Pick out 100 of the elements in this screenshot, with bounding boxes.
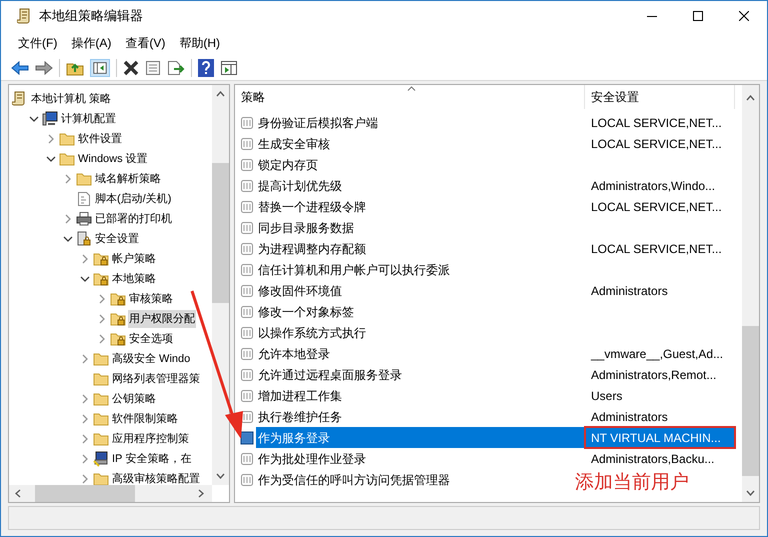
scroll-icon — [17, 8, 31, 24]
chevron-right-icon[interactable] — [97, 294, 107, 304]
tree-item[interactable]: 软件设置 — [77, 130, 123, 148]
tree-item[interactable]: 安全设置 — [94, 230, 140, 248]
chevron-right-icon[interactable] — [63, 214, 73, 224]
scroll-up-icon[interactable] — [216, 91, 225, 97]
column-header[interactable]: 安全设置 — [585, 85, 735, 109]
tree-item[interactable]: 应用程序控制策 — [111, 430, 190, 448]
policy-name[interactable]: 提高计划优先级 — [256, 175, 342, 196]
scroll-down-icon[interactable] — [216, 473, 225, 479]
pane-toggle-icon[interactable] — [220, 60, 238, 76]
menu-item[interactable]: 查看(V) — [118, 34, 172, 52]
policy-name[interactable]: 锁定内存页 — [256, 154, 318, 175]
security-setting: Administrators — [590, 282, 669, 300]
policy-name[interactable]: 作为受信任的呼叫方访问凭据管理器 — [256, 469, 450, 490]
chevron-right-icon[interactable] — [80, 394, 90, 404]
tree-item[interactable]: 已部署的打印机 — [94, 210, 173, 228]
tree-item[interactable]: 计算机配置 — [60, 110, 117, 128]
security-setting: Users — [590, 388, 624, 404]
export-icon[interactable] — [167, 60, 185, 76]
policy-icon — [240, 346, 254, 360]
policy-icon — [240, 304, 254, 318]
tree-item[interactable]: 本地计算机 策略 — [30, 90, 112, 108]
policy-name[interactable]: 作为服务登录 — [256, 427, 585, 448]
chevron-down-icon[interactable] — [46, 154, 56, 164]
policy-icon — [240, 284, 254, 298]
tree-item[interactable]: 用户权限分配 — [128, 310, 196, 328]
policy-name[interactable]: 为进程调整内存配额 — [256, 238, 366, 259]
policy-name[interactable]: 作为批处理作业登录 — [256, 448, 366, 469]
chevron-right-icon[interactable] — [80, 434, 90, 444]
folder-icon — [93, 351, 109, 367]
tree-item[interactable]: 高级安全 Windo — [111, 350, 192, 368]
tree-item[interactable]: 高级审核策略配置 — [111, 470, 201, 485]
policy-icon — [240, 178, 254, 192]
policy-name[interactable]: 增加进程工作集 — [256, 385, 342, 406]
chevron-right-icon[interactable] — [46, 134, 56, 144]
scroll-right-icon[interactable] — [198, 489, 204, 498]
chevron-down-icon[interactable] — [29, 114, 39, 124]
delete-icon[interactable] — [123, 60, 139, 76]
tree-item[interactable]: 审核策略 — [128, 290, 174, 308]
tree-item[interactable]: IP 安全策略，在 — [111, 450, 192, 468]
chevron-right-icon[interactable] — [80, 354, 90, 364]
policy-name[interactable]: 以操作系统方式执行 — [256, 322, 366, 343]
chevron-right-icon[interactable] — [80, 474, 90, 484]
pane-toggle-icon[interactable] — [90, 58, 110, 76]
horizontal-scrollbar[interactable] — [9, 485, 212, 502]
menu-item[interactable]: 文件(F) — [11, 34, 64, 52]
policy-name[interactable]: 允许本地登录 — [256, 343, 330, 364]
forward-arrow-icon[interactable] — [35, 60, 53, 74]
vertical-scrollbar[interactable] — [742, 85, 759, 502]
policy-name[interactable]: 修改一个对象标签 — [256, 301, 354, 322]
scroll-left-icon[interactable] — [15, 489, 21, 498]
chevron-right-icon[interactable] — [80, 254, 90, 264]
tree-item[interactable]: 公钥策略 — [111, 390, 157, 408]
vertical-scrollbar[interactable] — [212, 85, 229, 485]
scroll-down-icon[interactable] — [746, 490, 755, 496]
printer-icon — [76, 211, 92, 227]
tree-item[interactable]: 本地策略 — [111, 270, 157, 288]
chevron-right-icon[interactable] — [97, 314, 107, 324]
security-setting: LOCAL SERVICE,NET... — [590, 198, 723, 216]
chevron-down-icon[interactable] — [63, 234, 73, 244]
menu-item[interactable]: 帮助(H) — [172, 34, 227, 52]
help-icon[interactable] — [198, 58, 214, 76]
chevron-down-icon[interactable] — [80, 274, 90, 284]
policy-icon — [240, 200, 254, 214]
policy-name[interactable]: 修改固件环境值 — [256, 280, 342, 301]
locked-folder-icon — [110, 291, 126, 307]
chevron-right-icon[interactable] — [63, 174, 73, 184]
policy-name[interactable]: 身份验证后模拟客户端 — [256, 112, 378, 133]
chevron-right-icon[interactable] — [80, 414, 90, 424]
tree-item[interactable]: Windows 设置 — [77, 150, 149, 168]
policy-name[interactable]: 执行卷维护任务 — [256, 406, 342, 427]
policy-name[interactable]: 允许通过远程桌面服务登录 — [256, 364, 402, 385]
close-icon — [739, 11, 749, 21]
column-header[interactable]: 策略 — [235, 85, 585, 109]
policy-name[interactable]: 生成安全审核 — [256, 133, 330, 154]
chevron-right-icon[interactable] — [97, 334, 107, 344]
tree-item[interactable]: 域名解析策略 — [94, 170, 162, 188]
locked-folder-icon — [110, 331, 126, 347]
policy-icon — [240, 430, 254, 444]
policy-name[interactable]: 替换一个进程级令牌 — [256, 196, 366, 217]
window-title: 本地组策略编辑器 — [39, 7, 143, 26]
properties-icon[interactable] — [145, 60, 161, 76]
policy-icon — [240, 242, 254, 256]
menu-item[interactable]: 操作(A) — [64, 34, 118, 52]
tree-item[interactable]: 安全选项 — [128, 330, 174, 348]
policy-name[interactable]: 同步目录服务数据 — [256, 217, 354, 238]
scroll-up-icon[interactable] — [746, 95, 755, 101]
chevron-right-icon[interactable] — [80, 454, 90, 464]
locked-folder-icon — [93, 251, 109, 267]
tree-item[interactable]: 软件限制策略 — [111, 410, 179, 428]
policy-name[interactable]: 信任计算机和用户帐户可以执行委派 — [256, 259, 450, 280]
locked-server-icon — [76, 231, 92, 247]
security-setting: LOCAL SERVICE,NET... — [590, 136, 723, 152]
computer-icon — [93, 451, 109, 467]
tree-item[interactable]: 网络列表管理器策 — [111, 370, 201, 388]
tree-item[interactable]: 脚本(启动/关机) — [94, 190, 172, 208]
policy-icon — [240, 472, 254, 486]
back-arrow-icon[interactable] — [11, 60, 29, 74]
tree-item[interactable]: 帐户策略 — [111, 250, 157, 268]
